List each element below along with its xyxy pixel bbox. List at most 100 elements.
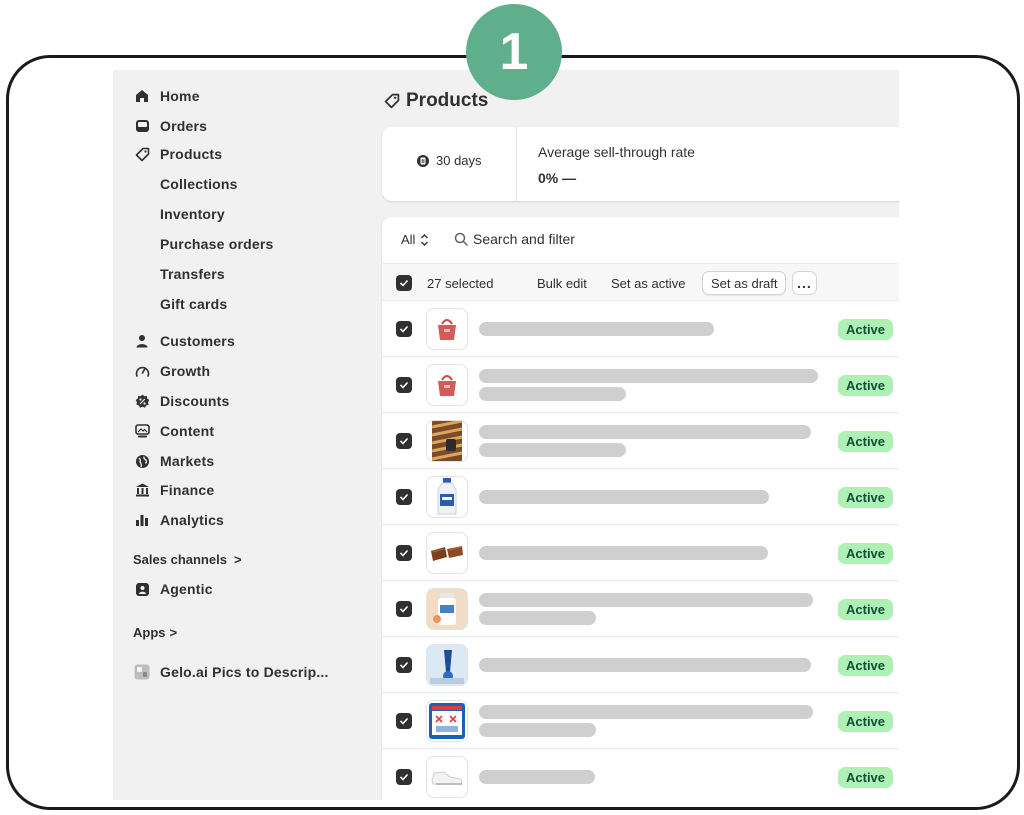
table-row[interactable]: Active bbox=[382, 301, 899, 357]
sort-chevrons-icon bbox=[420, 233, 429, 247]
product-title-placeholder bbox=[479, 658, 811, 672]
status-badge: Active bbox=[838, 655, 894, 676]
sidebar-item-customers[interactable]: Customers bbox=[133, 329, 235, 353]
sidebar-item-discounts[interactable]: Discounts bbox=[133, 389, 229, 413]
chevron-right-icon: > bbox=[169, 624, 178, 640]
sidebar-item-growth[interactable]: Growth bbox=[133, 359, 210, 383]
selected-count: 27 selected bbox=[427, 276, 494, 291]
sidebar-item-agentic[interactable]: Agentic bbox=[133, 577, 213, 601]
bulk-edit-button[interactable]: Bulk edit bbox=[537, 276, 587, 291]
product-rows: Active Active Active Active Active Activ… bbox=[382, 301, 899, 800]
row-checkbox[interactable] bbox=[396, 657, 412, 673]
status-badge: Active bbox=[838, 711, 894, 732]
red-bag-product-image bbox=[426, 364, 468, 406]
product-title-placeholder bbox=[479, 443, 626, 457]
sidebar-item-markets[interactable]: Markets bbox=[133, 449, 214, 473]
sales-channels-section[interactable]: Sales channels > bbox=[133, 548, 242, 570]
product-title-placeholder bbox=[479, 322, 714, 336]
search-icon bbox=[454, 232, 468, 246]
page-title: Products bbox=[384, 88, 488, 114]
products-table-card: All Search and filter 27 selected Bulk e… bbox=[382, 217, 899, 800]
row-checkbox[interactable] bbox=[396, 601, 412, 617]
row-checkbox[interactable] bbox=[396, 713, 412, 729]
apps-section[interactable]: Apps > bbox=[133, 621, 177, 643]
more-actions-button[interactable]: ... bbox=[792, 271, 817, 295]
gauge-icon bbox=[133, 362, 151, 380]
product-title-placeholder bbox=[479, 425, 811, 439]
tag-icon bbox=[384, 93, 400, 109]
calendar-icon bbox=[416, 154, 430, 168]
product-title-placeholder bbox=[479, 723, 596, 737]
status-badge: Active bbox=[838, 431, 894, 452]
status-badge: Active bbox=[838, 543, 894, 564]
sidebar-item-app-gelo[interactable]: Gelo.ai Pics to Descrip... bbox=[133, 660, 329, 684]
row-checkbox[interactable] bbox=[396, 433, 412, 449]
product-title-placeholder bbox=[479, 611, 596, 625]
sidebar-subitem-gift-cards[interactable]: Gift cards bbox=[160, 293, 227, 315]
row-checkbox[interactable] bbox=[396, 545, 412, 561]
agentic-icon bbox=[133, 580, 151, 598]
table-row[interactable]: Active bbox=[382, 413, 899, 469]
view-selector[interactable]: All bbox=[401, 232, 429, 247]
table-row[interactable]: Active bbox=[382, 749, 899, 800]
globe-icon bbox=[133, 452, 151, 470]
row-checkbox[interactable] bbox=[396, 377, 412, 393]
table-row[interactable]: Active bbox=[382, 469, 899, 525]
table-row[interactable]: Active bbox=[382, 581, 899, 637]
metric-label: Average sell-through rate bbox=[538, 144, 695, 160]
content-icon bbox=[133, 422, 151, 440]
sidebar-subitem-transfers[interactable]: Transfers bbox=[160, 263, 225, 285]
sidebar-item-content[interactable]: Content bbox=[133, 419, 214, 443]
product-title-placeholder bbox=[479, 546, 768, 560]
chocolate-bar-product-image bbox=[426, 532, 468, 574]
stats-card: 30 days Average sell-through rate 0% — bbox=[382, 127, 899, 201]
status-badge: Active bbox=[838, 487, 894, 508]
step-number-badge: 1 bbox=[466, 4, 562, 100]
product-title-placeholder bbox=[479, 387, 626, 401]
search-and-filter-button[interactable]: Search and filter bbox=[454, 231, 575, 247]
chevron-right-icon: > bbox=[233, 551, 242, 567]
table-row[interactable]: Active bbox=[382, 525, 899, 581]
blue-device-product-image bbox=[426, 644, 468, 686]
table-row[interactable]: Active bbox=[382, 357, 899, 413]
status-badge: Active bbox=[838, 767, 894, 788]
inbox-icon bbox=[133, 117, 151, 135]
status-badge: Active bbox=[838, 319, 894, 340]
product-title-placeholder bbox=[479, 369, 818, 383]
sidebar-subitem-inventory[interactable]: Inventory bbox=[160, 203, 225, 225]
bar-chart-icon bbox=[133, 511, 151, 529]
product-title-placeholder bbox=[479, 705, 813, 719]
status-badge: Active bbox=[838, 599, 894, 620]
milk-bottle-product-image bbox=[426, 476, 468, 518]
sidebar-subitem-collections[interactable]: Collections bbox=[160, 173, 238, 195]
tag-icon bbox=[133, 145, 151, 163]
row-checkbox[interactable] bbox=[396, 321, 412, 337]
metric-value: 0% — bbox=[538, 170, 577, 186]
sidebar-item-orders[interactable]: Orders bbox=[133, 114, 207, 138]
table-row[interactable]: Active bbox=[382, 693, 899, 749]
product-title-placeholder bbox=[479, 593, 813, 607]
set-as-draft-button[interactable]: Set as draft bbox=[702, 271, 787, 295]
sidebar-item-home[interactable]: Home bbox=[133, 84, 200, 108]
product-title-placeholder bbox=[479, 490, 769, 504]
sidebar-item-analytics[interactable]: Analytics bbox=[133, 508, 224, 532]
home-icon bbox=[133, 87, 151, 105]
row-checkbox[interactable] bbox=[396, 489, 412, 505]
blue-box-product-image bbox=[426, 700, 468, 742]
bulk-actions-bar: 27 selected Bulk edit Set as active Set … bbox=[382, 263, 899, 301]
white-shoe-product-image bbox=[426, 756, 468, 798]
date-range-button[interactable]: 30 days bbox=[416, 153, 482, 168]
red-bag-product-image bbox=[426, 308, 468, 350]
row-checkbox[interactable] bbox=[396, 769, 412, 785]
sidebar-item-products[interactable]: Products bbox=[133, 142, 222, 166]
filter-bar: All Search and filter bbox=[382, 217, 899, 263]
app-icon bbox=[133, 663, 151, 681]
sidebar-subitem-purchase-orders[interactable]: Purchase orders bbox=[160, 233, 274, 255]
supplement-jar-product-image bbox=[426, 588, 468, 630]
sidebar-item-finance[interactable]: Finance bbox=[133, 478, 214, 502]
set-as-active-button[interactable]: Set as active bbox=[611, 276, 685, 291]
admin-screen: Home Orders Products Collections Invento… bbox=[113, 70, 899, 800]
table-row[interactable]: Active bbox=[382, 637, 899, 693]
select-all-checkbox[interactable] bbox=[396, 275, 412, 291]
striped-fabric-product-image bbox=[426, 420, 468, 462]
